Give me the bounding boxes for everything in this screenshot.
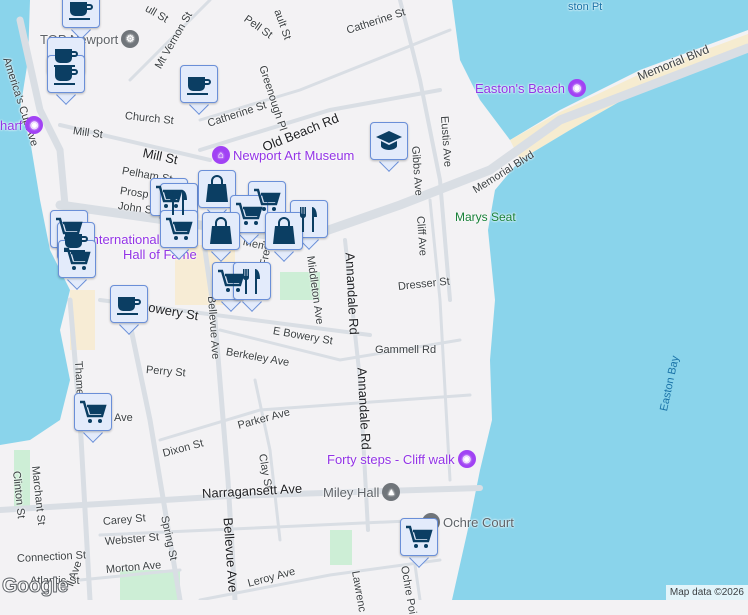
marker-coffee[interactable] <box>62 0 100 40</box>
street-label: Ave <box>114 412 133 424</box>
marker-coffee[interactable] <box>180 65 218 115</box>
school-icon: ▲ <box>382 483 401 501</box>
shopping-cart-icon <box>236 202 263 225</box>
coffee-cup-icon <box>117 297 141 315</box>
marker-coffee[interactable] <box>110 285 148 335</box>
coffee-cup-icon <box>69 2 93 20</box>
poi-label: Marys Seat <box>455 210 516 224</box>
poi-miley-hall[interactable]: Miley Hall ▲ <box>323 483 401 501</box>
shopping-cart-icon <box>406 525 433 548</box>
shopping-cart-icon <box>166 217 193 240</box>
museum-icon: ⌂ <box>212 146 230 164</box>
marker-cart[interactable] <box>58 240 96 290</box>
poi-wharf[interactable]: harf ◉ <box>0 116 44 134</box>
marker-cart[interactable] <box>74 393 112 443</box>
water-label-easton-point: ston Pt <box>568 1 603 13</box>
marker-school[interactable] <box>370 122 408 172</box>
shopping-bag-icon <box>273 217 295 244</box>
road-parker <box>158 393 472 442</box>
poi-label: Ochre Court <box>443 514 514 530</box>
road-catherine <box>198 28 452 122</box>
coffee-cup-icon <box>187 77 211 95</box>
marker-restaurant[interactable] <box>233 262 271 312</box>
park <box>330 530 352 565</box>
fork-knife-icon <box>169 190 187 215</box>
poi-label: Newport Art Museum <box>233 147 355 163</box>
map-attribution[interactable]: Map data ©2026 <box>665 585 748 600</box>
poi-label: Forty steps - Cliff walk <box>327 451 455 467</box>
marker-bag[interactable] <box>202 212 240 262</box>
gear-icon: ⚙ <box>121 30 140 48</box>
shopping-cart-icon <box>64 247 91 270</box>
camera-icon: ◉ <box>25 116 44 134</box>
marker-bag[interactable] <box>265 212 303 262</box>
poi-forty-steps[interactable]: Forty steps - Cliff walk ◉ <box>327 450 476 468</box>
camera-icon: ◉ <box>457 450 476 468</box>
google-logo[interactable]: Google <box>2 575 69 598</box>
poi-marys-seat[interactable]: Marys Seat <box>455 210 516 224</box>
marker-coffee[interactable] <box>47 55 85 105</box>
poi-label: International <box>88 232 160 247</box>
street-label: Gammell Rd <box>375 344 437 356</box>
poi-label: Miley Hall <box>323 484 380 500</box>
coffee-cup-icon <box>54 67 78 85</box>
poi-label: harf <box>0 117 23 133</box>
marker-cart[interactable] <box>400 518 438 568</box>
poi-eastons-beach[interactable]: Easton's Beach ◉ <box>475 79 586 97</box>
shopping-bag-icon <box>206 175 228 202</box>
shopping-bag-icon <box>210 217 232 244</box>
shopping-cart-icon <box>80 400 107 423</box>
marker-cart[interactable] <box>160 210 198 260</box>
poi-art-museum[interactable]: ⌂ Newport Art Museum <box>212 146 354 164</box>
graduation-cap-icon <box>376 131 402 150</box>
camera-icon: ◉ <box>567 79 586 97</box>
fork-knife-icon <box>242 269 260 294</box>
poi-label: Easton's Beach <box>475 80 565 96</box>
